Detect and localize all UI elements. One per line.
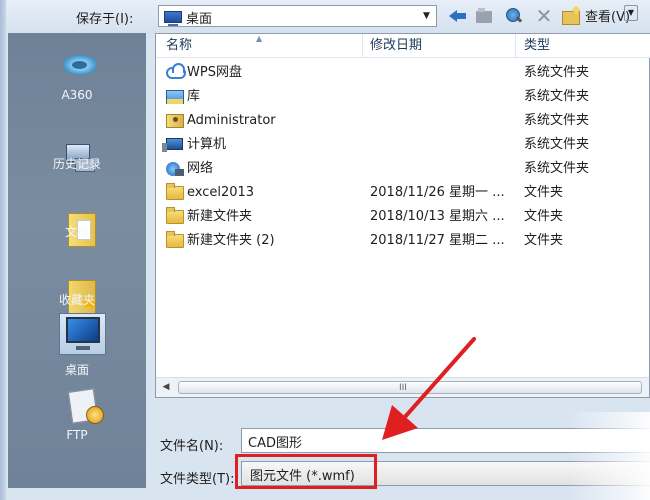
new-folder-icon[interactable] xyxy=(560,5,582,27)
library-icon xyxy=(166,90,184,104)
file-modified: 2018/11/26 星期一 ... xyxy=(370,185,505,200)
filename-label: 文件名(N): xyxy=(160,439,224,454)
place-history[interactable]: 历史记录 xyxy=(8,155,146,172)
places-bar: A360 历史记录 文档 收藏夹 桌面 FTP xyxy=(8,33,146,488)
scroll-left-icon[interactable]: ◀ xyxy=(160,381,172,394)
file-modified: 2018/10/13 星期六 ... xyxy=(370,209,505,224)
file-row[interactable]: 新建文件夹 (2) 2018/11/27 星期二 ... 文件夹 xyxy=(156,229,650,253)
search-web-icon[interactable] xyxy=(503,5,525,27)
place-a360[interactable]: A360 xyxy=(8,88,146,102)
annotation-highlight-box xyxy=(235,454,377,489)
user-folder-icon xyxy=(166,114,184,128)
column-modified[interactable]: 修改日期 xyxy=(370,34,422,58)
file-type: 系统文件夹 xyxy=(524,65,590,80)
file-name[interactable]: excel2013 xyxy=(187,181,254,205)
file-row[interactable]: 库 系统文件夹 xyxy=(156,85,650,109)
file-name[interactable]: 库 xyxy=(187,85,200,109)
file-name[interactable]: 新建文件夹 xyxy=(187,205,252,229)
file-row[interactable]: 新建文件夹 2018/10/13 星期六 ... 文件夹 xyxy=(156,205,650,229)
file-row[interactable]: excel2013 2018/11/26 星期一 ... 文件夹 xyxy=(156,181,650,205)
location-value: 桌面 xyxy=(186,12,213,27)
file-row[interactable]: Administrator 系统文件夹 xyxy=(156,109,650,133)
filetype-label: 文件类型(T): xyxy=(160,472,235,487)
file-name[interactable]: 计算机 xyxy=(187,133,226,157)
file-name[interactable]: 新建文件夹 (2) xyxy=(187,229,275,253)
column-divider[interactable] xyxy=(515,34,516,58)
sort-ascending-icon: ▲ xyxy=(256,34,263,43)
file-name[interactable]: WPS网盘 xyxy=(187,61,242,85)
file-type: 系统文件夹 xyxy=(524,137,590,152)
file-type: 系统文件夹 xyxy=(524,161,590,176)
ftp-icon[interactable] xyxy=(70,390,104,424)
cloud-icon xyxy=(166,63,186,79)
desktop-icon[interactable] xyxy=(66,317,100,350)
annotation-arrow xyxy=(382,337,476,440)
folder-icon xyxy=(166,231,184,248)
filename-value[interactable]: CAD图形 xyxy=(248,432,302,451)
back-icon[interactable] xyxy=(447,5,467,27)
column-name[interactable]: 名称 xyxy=(166,34,192,58)
up-folder-icon[interactable] xyxy=(474,5,494,27)
column-divider[interactable] xyxy=(362,34,363,58)
computer-icon xyxy=(162,138,183,152)
place-favorites[interactable]: 收藏夹 xyxy=(8,291,146,308)
file-name[interactable]: Administrator xyxy=(187,109,276,133)
file-type: 系统文件夹 xyxy=(524,89,590,104)
file-row[interactable]: 网络 系统文件夹 xyxy=(156,157,650,181)
file-modified: 2018/11/27 星期二 ... xyxy=(370,233,505,248)
place-documents[interactable]: 文档 xyxy=(8,223,146,240)
chevron-down-icon[interactable]: ▼ xyxy=(418,7,435,25)
views-chevron-icon[interactable]: ▼ xyxy=(624,5,638,21)
file-type: 文件夹 xyxy=(524,209,564,224)
folder-icon xyxy=(166,207,184,224)
column-header: 名称 ▲ 修改日期 类型 xyxy=(156,34,650,58)
a360-icon[interactable] xyxy=(63,51,99,77)
watermark-fade xyxy=(568,412,650,500)
file-row[interactable]: 计算机 系统文件夹 xyxy=(156,133,650,157)
place-ftp[interactable]: FTP xyxy=(8,428,146,442)
file-row[interactable]: WPS网盘 系统文件夹 xyxy=(156,61,650,85)
save-in-label: 保存于(I): xyxy=(76,12,134,27)
column-type[interactable]: 类型 xyxy=(524,34,550,58)
location-dropdown[interactable]: 桌面 ▼ xyxy=(158,5,437,27)
folder-icon xyxy=(166,183,184,200)
desktop-location-icon xyxy=(164,11,182,26)
network-icon xyxy=(166,162,184,176)
file-type: 文件夹 xyxy=(524,233,564,248)
window-edge xyxy=(0,0,6,500)
delete-icon[interactable]: ✕ xyxy=(534,5,554,27)
file-type: 文件夹 xyxy=(524,185,564,200)
file-name[interactable]: 网络 xyxy=(187,157,213,181)
place-desktop[interactable]: 桌面 xyxy=(8,361,146,378)
file-type: 系统文件夹 xyxy=(524,113,590,128)
